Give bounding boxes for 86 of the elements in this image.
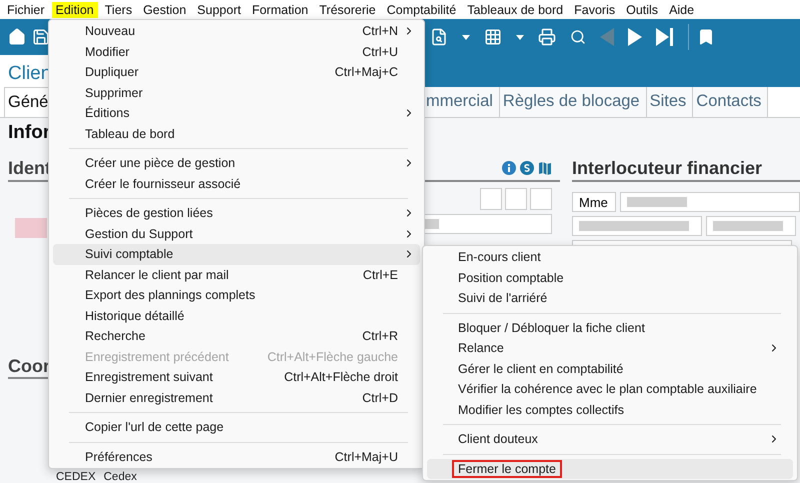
tab[interactable]: Contacts bbox=[693, 87, 768, 117]
toolbar-button[interactable] bbox=[628, 28, 642, 46]
menu-item[interactable]: Client douteux bbox=[427, 429, 793, 450]
menu-item[interactable]: Modifier Ctrl+U bbox=[53, 42, 420, 62]
info-icon bbox=[502, 161, 516, 175]
toolbar-button[interactable] bbox=[697, 28, 715, 46]
menu-bar-item[interactable]: Comptabilité bbox=[382, 2, 460, 18]
menu-bar-item[interactable]: Edition bbox=[52, 2, 98, 18]
caret-icon bbox=[516, 34, 524, 40]
toolbar-button[interactable] bbox=[516, 34, 524, 40]
menu-item[interactable]: Bloquer / Débloquer la fiche client bbox=[427, 318, 793, 338]
menu-bar-item[interactable]: Trésorerie bbox=[315, 2, 380, 18]
section-heading: Interlocuteur financier bbox=[572, 158, 762, 178]
menu-item[interactable]: Suivi comptable bbox=[53, 244, 420, 264]
toolbar-button[interactable] bbox=[462, 34, 470, 40]
blurred-image bbox=[15, 218, 47, 238]
toolbar-button[interactable] bbox=[484, 28, 502, 46]
caret-icon bbox=[462, 34, 470, 40]
menu-item[interactable]: Suivi de l'arriéré bbox=[427, 288, 793, 308]
toolbar-button[interactable] bbox=[430, 28, 448, 46]
menu-item[interactable]: Dernier enregistrement Ctrl+D bbox=[53, 388, 420, 408]
tab[interactable]: Règles de blocage bbox=[500, 87, 647, 117]
menu-item[interactable]: Relancer le client par mail Ctrl+E bbox=[53, 264, 420, 285]
toolbar-button[interactable] bbox=[656, 28, 674, 46]
menu-item[interactable]: Position comptable bbox=[427, 268, 793, 288]
section-title: Infor bbox=[8, 122, 50, 144]
previous-icon bbox=[600, 28, 614, 46]
section-heading: Coor bbox=[8, 356, 50, 376]
menu-item[interactable]: Pièces de gestion liées bbox=[53, 203, 420, 224]
blurred-text bbox=[713, 221, 783, 231]
menu-bar-item[interactable]: Tiers bbox=[100, 2, 136, 18]
currency-icon bbox=[520, 161, 534, 175]
menu-item[interactable]: Supprimer bbox=[53, 82, 420, 103]
menu-item[interactable]: Vérifier la cohérence avec le plan comptable auxiliaire bbox=[427, 379, 793, 400]
menu-bar-item[interactable]: Gestion bbox=[139, 2, 190, 18]
menu-item[interactable]: Fermer le compte bbox=[427, 458, 793, 479]
menu-bar-item[interactable]: Fichier bbox=[3, 2, 49, 18]
menu-item[interactable]: Gestion du Support bbox=[53, 224, 420, 244]
grid-icon bbox=[484, 28, 502, 46]
civility-field[interactable]: Mme bbox=[572, 192, 616, 212]
toolbar-button[interactable] bbox=[538, 28, 556, 46]
menu-bar-item[interactable]: Support bbox=[193, 2, 245, 18]
menu-item[interactable]: Export des plannings complets bbox=[53, 285, 420, 306]
menu-item[interactable]: Préférences Ctrl+Maj+U bbox=[53, 446, 420, 467]
menu-item[interactable]: Créer le fournisseur associé bbox=[53, 174, 420, 194]
last-icon bbox=[656, 28, 674, 46]
bookmark-icon bbox=[697, 28, 715, 46]
input-field[interactable] bbox=[530, 188, 552, 210]
print-icon bbox=[538, 28, 556, 46]
toolbar-button[interactable] bbox=[32, 28, 50, 46]
tab[interactable]: Sites bbox=[646, 87, 694, 117]
home-icon bbox=[8, 28, 26, 46]
tab[interactable]: mmercial bbox=[423, 87, 500, 117]
menu-bar-item[interactable]: Tableaux de bord bbox=[463, 2, 568, 18]
document-search-icon bbox=[430, 28, 448, 46]
menu-item[interactable]: Éditions bbox=[53, 103, 420, 124]
map-icon bbox=[538, 161, 552, 175]
toolbar-button[interactable] bbox=[570, 29, 586, 45]
menu-bar-item[interactable]: Favoris bbox=[570, 2, 620, 18]
menu-item[interactable]: Tableau de bord bbox=[53, 124, 420, 144]
input-field[interactable] bbox=[572, 216, 702, 236]
city-name: Cedex bbox=[104, 471, 137, 483]
blurred-text bbox=[627, 197, 687, 207]
menu-item[interactable]: Modifier les comptes collectifs bbox=[427, 400, 793, 420]
input-field[interactable] bbox=[706, 216, 796, 236]
menu-item[interactable]: Relance bbox=[427, 338, 793, 358]
menu-item[interactable]: Copier l'url de cette page bbox=[53, 417, 420, 438]
input-field[interactable] bbox=[480, 188, 502, 210]
menu-item[interactable]: Historique détaillé bbox=[53, 306, 420, 326]
next-icon bbox=[628, 28, 642, 46]
postal-code: CEDEX bbox=[56, 471, 96, 483]
toolbar-separator bbox=[688, 24, 689, 50]
menu-bar-item[interactable]: Formation bbox=[248, 2, 312, 18]
annotation-frame: Fermer le compte bbox=[452, 460, 562, 478]
input-field[interactable] bbox=[620, 192, 800, 212]
menu-bar-item[interactable]: Aide bbox=[665, 2, 698, 18]
menu-item[interactable]: En-cours client bbox=[427, 247, 793, 268]
menu-bar-item[interactable]: Outils bbox=[622, 2, 662, 18]
menu-item[interactable]: Enregistrement suivant Ctrl+Alt+Flèche droit bbox=[53, 367, 420, 388]
menu-item[interactable]: Recherche Ctrl+R bbox=[53, 326, 420, 346]
toolbar-button[interactable] bbox=[8, 28, 26, 46]
search-icon bbox=[570, 29, 586, 45]
menu-item[interactable]: Créer une pièce de gestion bbox=[53, 153, 420, 174]
menu-item[interactable]: Gérer le client en comptabilité bbox=[427, 358, 793, 379]
input-field[interactable] bbox=[505, 188, 527, 210]
menu-item[interactable]: Dupliquer Ctrl+Maj+C bbox=[53, 62, 420, 82]
